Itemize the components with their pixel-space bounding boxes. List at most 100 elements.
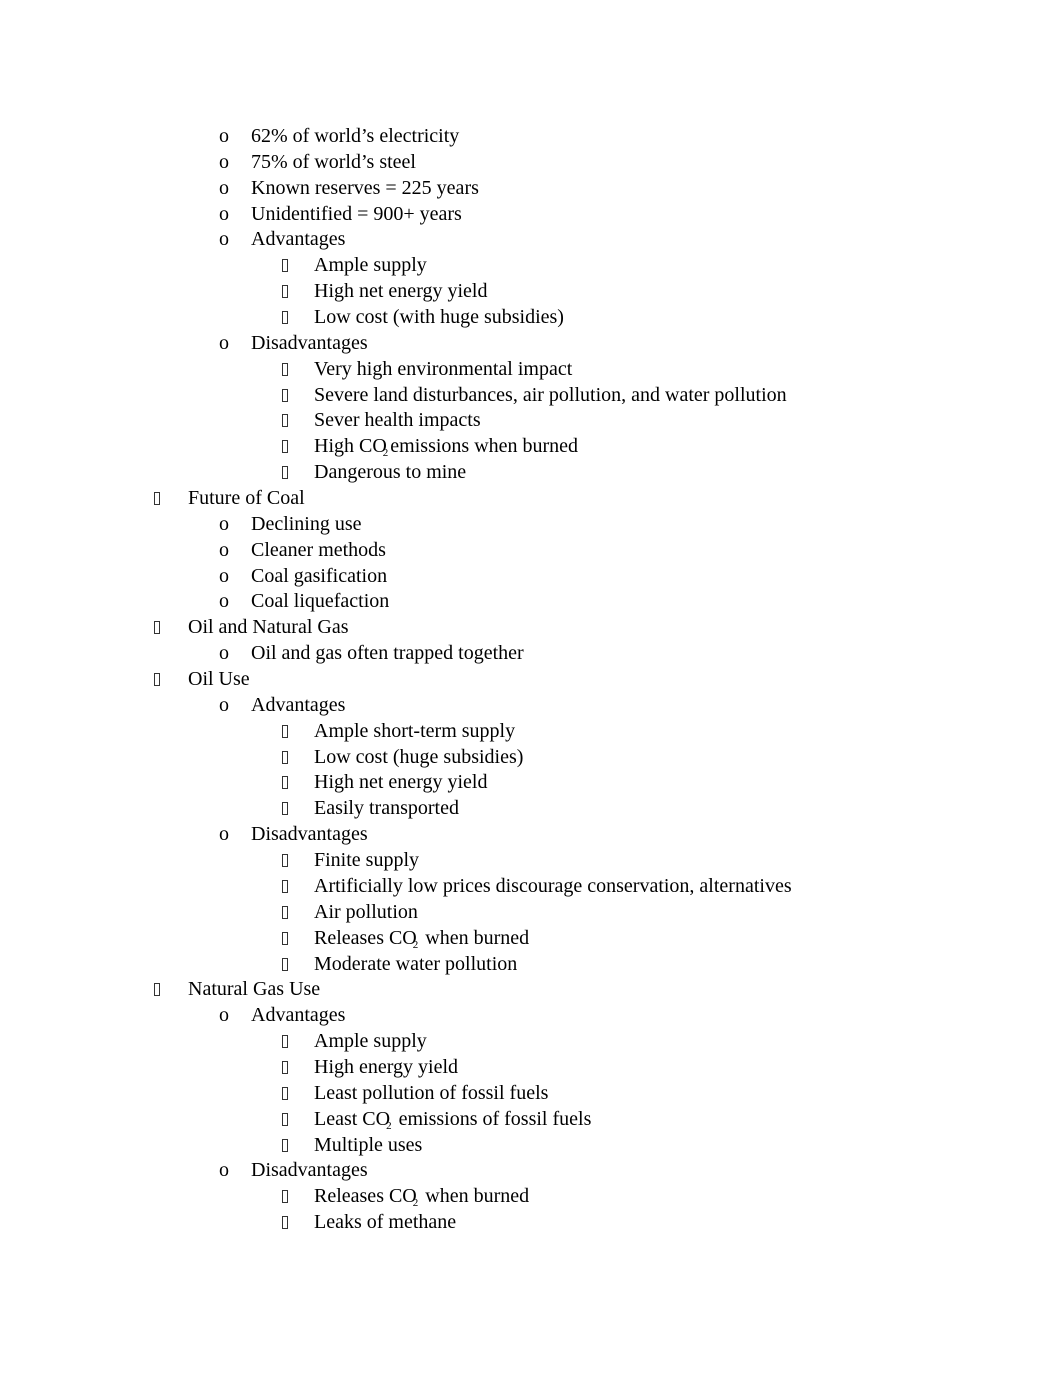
outline-item-text: Low cost (huge subsidies) [314,745,524,768]
outline-item-level-2: o 75% of world’s steel [0,150,1062,176]
subscript: 2 [382,447,389,460]
bullet-box-icon [282,1107,288,1133]
outline-item-text: Oil and Natural Gas [188,616,349,639]
outline-item-text: Finite supply [314,849,420,872]
outline-item-text: Artificially low prices discourage conse… [314,874,792,897]
outline-item-level-2: o Disadvantages [0,822,1062,848]
outline-item-level-3: Releases CO2 when burned [0,926,1062,952]
outline-item-level-3: Artificially low prices discourage conse… [0,874,1062,900]
bullet-box-icon [282,357,288,383]
outline-item-level-3: Multiple uses [0,1133,1062,1159]
outline-item-text: Oil and gas often trapped together [251,642,524,665]
text-part: emissions when burned [390,435,579,458]
bullet-circle-icon: o [219,150,229,173]
outline-item-text: Cleaner methods [251,538,386,561]
bullet-box-icon [282,1055,288,1081]
outline-item-text: Leaks of methane [314,1211,457,1234]
bullet-box-icon [154,977,160,1003]
outline-item-level-1: Natural Gas Use [0,977,1062,1003]
bullet-circle-icon: o [219,1004,229,1027]
bullet-box-icon [282,383,288,409]
outline-item-level-3: Ample supply [0,253,1062,279]
text-part: High CO [314,435,387,458]
outline-item-text: High net energy yield [314,280,488,303]
outline-item-text: 62% of world’s electricity [251,125,460,147]
bullet-box-icon [282,848,288,874]
bullet-box-icon [282,279,288,305]
outline-item-text: Multiple uses [314,1133,423,1156]
outline-item-level-1: Oil and Natural Gas [0,615,1062,641]
bullet-circle-icon: o [219,512,229,535]
outline-item-text: Releases CO2 when burned [314,926,529,952]
bullet-box-icon [282,408,288,434]
bullet-box-icon [282,952,288,978]
bullet-circle-icon: o [219,693,229,716]
bullet-box-icon [282,1133,288,1159]
outline-item-text: Severe land disturbances, air pollution,… [314,383,787,406]
outline-item-text: Air pollution [314,900,418,923]
outline-item-level-3: High CO2 emissions when burned [0,434,1062,460]
outline-item-level-2: o Declining use [0,512,1062,538]
outline-item-text: Unidentified = 900+ years [251,202,462,225]
outline-item-level-2: o 62% of world’s electricity [0,124,1062,150]
bullet-circle-icon: o [219,642,229,665]
outline-item-text: 75% of world’s steel [251,150,416,173]
outline-item-level-3: Releases CO2 when burned [0,1184,1062,1210]
bullet-box-icon [282,1184,288,1210]
bullet-box-icon [154,486,160,512]
text-part: when burned [420,1185,530,1208]
text-part: emissions of fossil fuels [393,1107,592,1130]
outline-item-text: Ample supply [314,1030,427,1053]
outline-item-level-2: o Coal gasification [0,564,1062,590]
outline-item-text: Advantages [251,1004,346,1027]
outline-item-text: Ample short-term supply [314,719,516,742]
subscript: 2 [412,938,419,951]
subscript: 2 [412,1197,419,1210]
outline-item-level-2: o Advantages [0,693,1062,719]
outline-item-text: Moderate water pollution [314,952,518,975]
bullet-box-icon [282,770,288,796]
outline-item-level-3: Dangerous to mine [0,460,1062,486]
outline-item-text: Known reserves = 225 years [251,176,479,199]
bullet-box-icon [282,1210,288,1236]
bullet-box-icon [282,874,288,900]
bullet-circle-icon: o [219,590,229,613]
outline-item-level-3: Low cost (with huge subsidies) [0,305,1062,331]
bullet-box-icon [282,305,288,331]
outline-item-level-3: Air pollution [0,900,1062,926]
text-part: Least CO [314,1107,391,1130]
text-part: when burned [420,926,530,949]
bullet-circle-icon: o [219,564,229,587]
bullet-box-icon [282,719,288,745]
outline-item-text: Least CO2 emissions of fossil fuels [314,1107,591,1133]
outline-item-text: High CO2 emissions when burned [314,434,578,460]
outline-item-level-3: High energy yield [0,1055,1062,1081]
bullet-circle-icon: o [219,331,229,354]
outline-item-text: Low cost (with huge subsidies) [314,306,564,329]
outline-item-level-3: Finite supply [0,848,1062,874]
outline-item-text: Coal liquefaction [251,590,390,613]
subscript: 2 [386,1119,392,1132]
outline-item-level-3: Very high environmental impact [0,357,1062,383]
outline-item-text: Dangerous to mine [314,461,467,484]
outline-item-text: Natural Gas Use [188,978,321,1001]
outline-item-level-3: Ample short-term supply [0,719,1062,745]
outline-item-level-3: High net energy yield [0,770,1062,796]
outline-item-level-3: Severe land disturbances, air pollution,… [0,383,1062,409]
outline-item-level-3: Leaks of methane [0,1210,1062,1236]
bullet-box-icon [282,1081,288,1107]
outline-item-text: Declining use [251,512,362,535]
bullet-box-icon [154,615,160,641]
bullet-circle-icon: o [219,823,229,846]
bullet-circle-icon: o [219,228,229,251]
bullet-box-icon [282,796,288,822]
bullet-circle-icon: o [219,125,229,147]
outline-item-level-3: Moderate water pollution [0,952,1062,978]
document-body: o 62% of world’s electricity o 75% of world… [0,124,1062,1236]
outline-item-level-2: o Known reserves = 225 years [0,176,1062,202]
bullet-box-icon [282,434,288,460]
outline-item-level-3: Low cost (huge subsidies) [0,745,1062,771]
outline-item-level-3: High net energy yield [0,279,1062,305]
text-part: Releases CO [314,1185,417,1208]
outline-item-level-2: o Unidentified = 900+ years [0,202,1062,228]
